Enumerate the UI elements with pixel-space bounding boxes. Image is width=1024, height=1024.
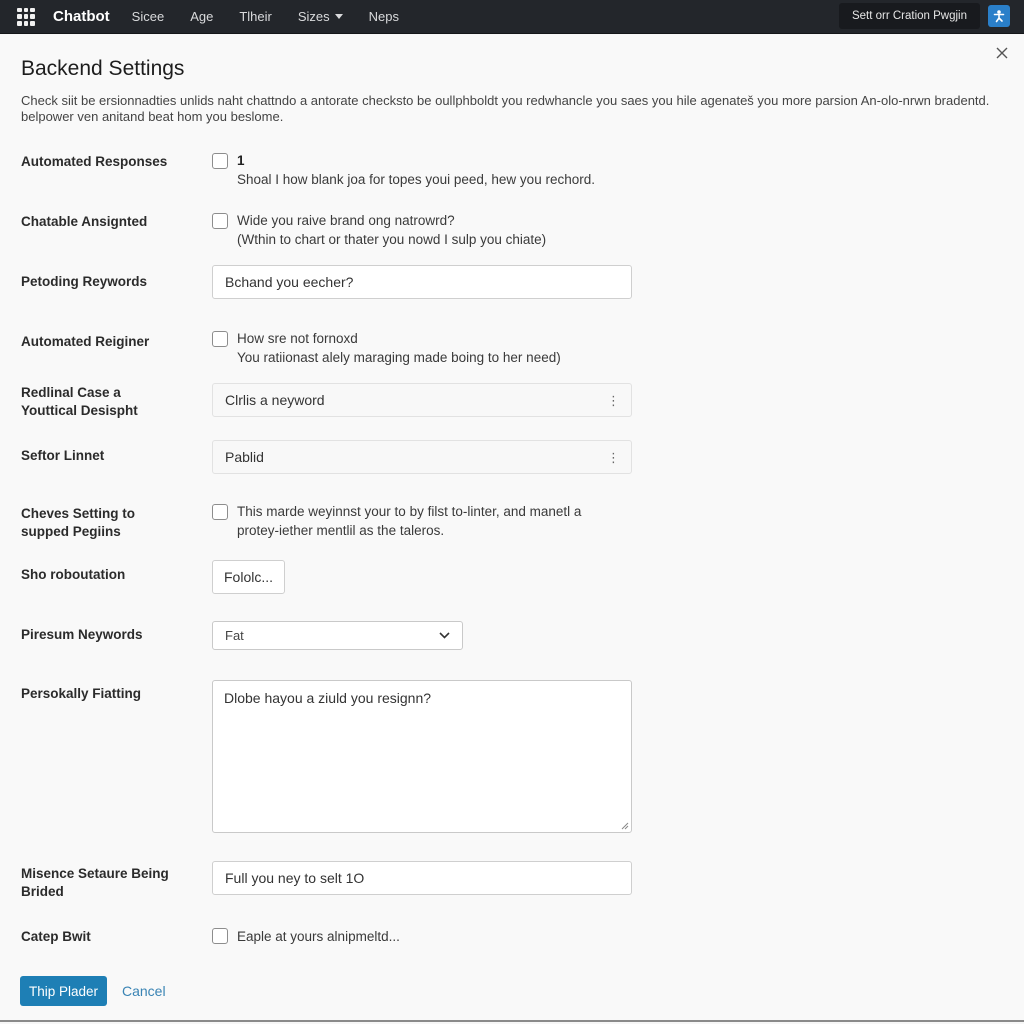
kebab-icon: ⋮ bbox=[607, 392, 620, 408]
field-label: Automated Reiginer bbox=[21, 334, 150, 349]
user-menu-button[interactable] bbox=[988, 5, 1010, 27]
checkbox-label: This marde weyinnst your to by filst to-… bbox=[237, 504, 582, 519]
setting-catep-bwit: Catep Bwit Eaple at yours alnipmeltd... bbox=[21, 928, 1001, 948]
misence-setaure-input[interactable]: Full you ney to selt 1O bbox=[212, 861, 632, 895]
automated-reiginer-checkbox[interactable] bbox=[212, 331, 228, 347]
nav-item-sizes-dropdown[interactable]: Sizes bbox=[298, 9, 343, 24]
submit-button[interactable]: Thip Plader bbox=[20, 976, 107, 1006]
plugin-button[interactable]: Sett orr Cration Pwgjin bbox=[838, 3, 980, 29]
nav-label: Neps bbox=[368, 9, 399, 24]
checkbox-title: 1 bbox=[237, 153, 245, 168]
label-line: Misence Setaure Being bbox=[21, 866, 169, 881]
seftor-linnet-select[interactable]: Pablid ⋮ bbox=[212, 440, 632, 474]
nav-label: Sicee bbox=[131, 9, 165, 24]
setting-automated-responses: Automated Responses 1 Shoal I how blank … bbox=[21, 151, 1001, 191]
field-label: Persokally Fiatting bbox=[21, 686, 142, 701]
close-button[interactable] bbox=[992, 43, 1012, 63]
nav-item-neps[interactable]: Neps bbox=[369, 9, 399, 24]
field-label: Chatable Ansignted bbox=[21, 214, 148, 229]
top-navigation-bar: Chatbot Sicee Age Tlheir Sizes Neps Sett… bbox=[0, 0, 1024, 34]
nav-item-age[interactable]: Age bbox=[190, 9, 213, 24]
input-value: Bchand you eecher? bbox=[225, 274, 354, 290]
cheves-setting-checkbox[interactable] bbox=[212, 504, 228, 520]
checkbox-label: How sre not fornoxd bbox=[237, 331, 358, 346]
brand-name[interactable]: Chatbot bbox=[53, 8, 110, 25]
chevron-down-icon bbox=[439, 632, 450, 639]
chatable-assigned-checkbox[interactable] bbox=[212, 213, 228, 229]
field-label: Catep Bwit bbox=[21, 929, 91, 944]
page-title: Backend Settings bbox=[21, 57, 185, 80]
nav-item-tlheir[interactable]: Tlheir bbox=[239, 9, 272, 24]
setting-seftor-linnet: Seftor Linnet Pablid ⋮ bbox=[21, 440, 1001, 474]
personally-fiatting-textarea[interactable]: Dlobe hayou a ziuld you resignn? bbox=[212, 680, 632, 833]
checkbox-label: Wide you raive brand ong natrowrd? bbox=[237, 213, 455, 228]
field-label: Misence Setaure Being Brided bbox=[21, 865, 201, 901]
checkbox-help-text: Shoal I how blank joa for topes youi pee… bbox=[237, 172, 595, 187]
backend-settings-panel: Backend Settings Check siit be ersionnad… bbox=[0, 35, 1024, 1022]
setting-personally-fiatting: Persokally Fiatting Dlobe hayou a ziuld … bbox=[21, 680, 1001, 833]
setting-automated-reiginer: Automated Reiginer How sre not fornoxd Y… bbox=[21, 329, 1001, 369]
input-value: Full you ney to selt 1O bbox=[225, 870, 365, 886]
setting-misence-setaure: Misence Setaure Being Brided Full you ne… bbox=[21, 861, 1001, 899]
textarea-value: Dlobe hayou a ziuld you resignn? bbox=[224, 690, 432, 706]
checkbox-help-text: You ratiionast alely maraging made boing… bbox=[237, 350, 561, 365]
select-value: Pablid bbox=[225, 449, 264, 465]
field-label: Seftor Linnet bbox=[21, 448, 105, 463]
main-nav: Sicee Age Tlheir Sizes Neps bbox=[132, 9, 425, 24]
resize-handle-icon[interactable] bbox=[619, 820, 629, 830]
checkbox-help-text: (Wthin to chart or thater you nowd I sul… bbox=[237, 232, 547, 247]
label-line: Redlinal Case a bbox=[21, 385, 121, 400]
kebab-icon: ⋮ bbox=[607, 449, 620, 465]
field-label: Petoding Reywords bbox=[21, 274, 148, 289]
setting-petoding-reywords: Petoding Reywords Bchand you eecher? bbox=[21, 265, 1001, 299]
nav-item-sicee[interactable]: Sicee bbox=[132, 9, 165, 24]
label-line: Youttical Desispht bbox=[21, 403, 138, 418]
setting-chatable-assigned: Chatable Ansignted Wide you raive brand … bbox=[21, 211, 1001, 251]
piresum-neywords-dropdown[interactable]: Fat bbox=[212, 621, 463, 650]
nav-label: Tlheir bbox=[239, 9, 272, 24]
setting-sho-roboutation: Sho roboutation Fololc... bbox=[21, 560, 1001, 594]
page-description: Check siit be ersionnadties unlids naht … bbox=[21, 93, 990, 124]
dropdown-value: Fat bbox=[225, 628, 244, 643]
field-label: Cheves Setting to supped Pegiins bbox=[21, 505, 201, 541]
cancel-link[interactable]: Cancel bbox=[122, 983, 166, 999]
select-value: Clrlis a neyword bbox=[225, 392, 325, 408]
field-label: Automated Responses bbox=[21, 154, 168, 169]
close-icon bbox=[996, 47, 1008, 59]
field-label: Piresum Neywords bbox=[21, 627, 143, 642]
field-label: Redlinal Case a Youttical Desispht bbox=[21, 384, 201, 420]
caret-down-icon bbox=[334, 14, 343, 19]
checkbox-label: Eaple at yours alnipmeltd... bbox=[237, 929, 400, 944]
nav-label: Sizes bbox=[297, 9, 330, 24]
topbar-actions: Sett orr Cration Pwgjin bbox=[838, 3, 1010, 29]
field-label: Sho roboutation bbox=[21, 567, 126, 582]
user-accessibility-icon bbox=[993, 10, 1005, 23]
app-grid-icon[interactable] bbox=[17, 7, 35, 26]
checkbox-help-text: protey-iether mentlil as the taleros. bbox=[237, 523, 445, 538]
setting-redlinal-case: Redlinal Case a Youttical Desispht Clrli… bbox=[21, 383, 1001, 419]
nav-label: Age bbox=[190, 9, 214, 24]
automated-responses-checkbox[interactable] bbox=[212, 153, 228, 169]
label-line: Cheves Setting to bbox=[21, 506, 136, 521]
petoding-reywords-input[interactable]: Bchand you eecher? bbox=[212, 265, 632, 299]
catep-bwit-checkbox[interactable] bbox=[212, 928, 228, 944]
setting-piresum-neywords: Piresum Neywords Fat bbox=[21, 621, 1001, 650]
label-line: supped Pegiins bbox=[21, 524, 121, 539]
redlinal-case-select[interactable]: Clrlis a neyword ⋮ bbox=[212, 383, 632, 417]
label-line: Brided bbox=[21, 884, 64, 899]
setting-cheves: Cheves Setting to supped Pegiins This ma… bbox=[21, 501, 1001, 541]
browse-button[interactable]: Fololc... bbox=[212, 560, 286, 594]
